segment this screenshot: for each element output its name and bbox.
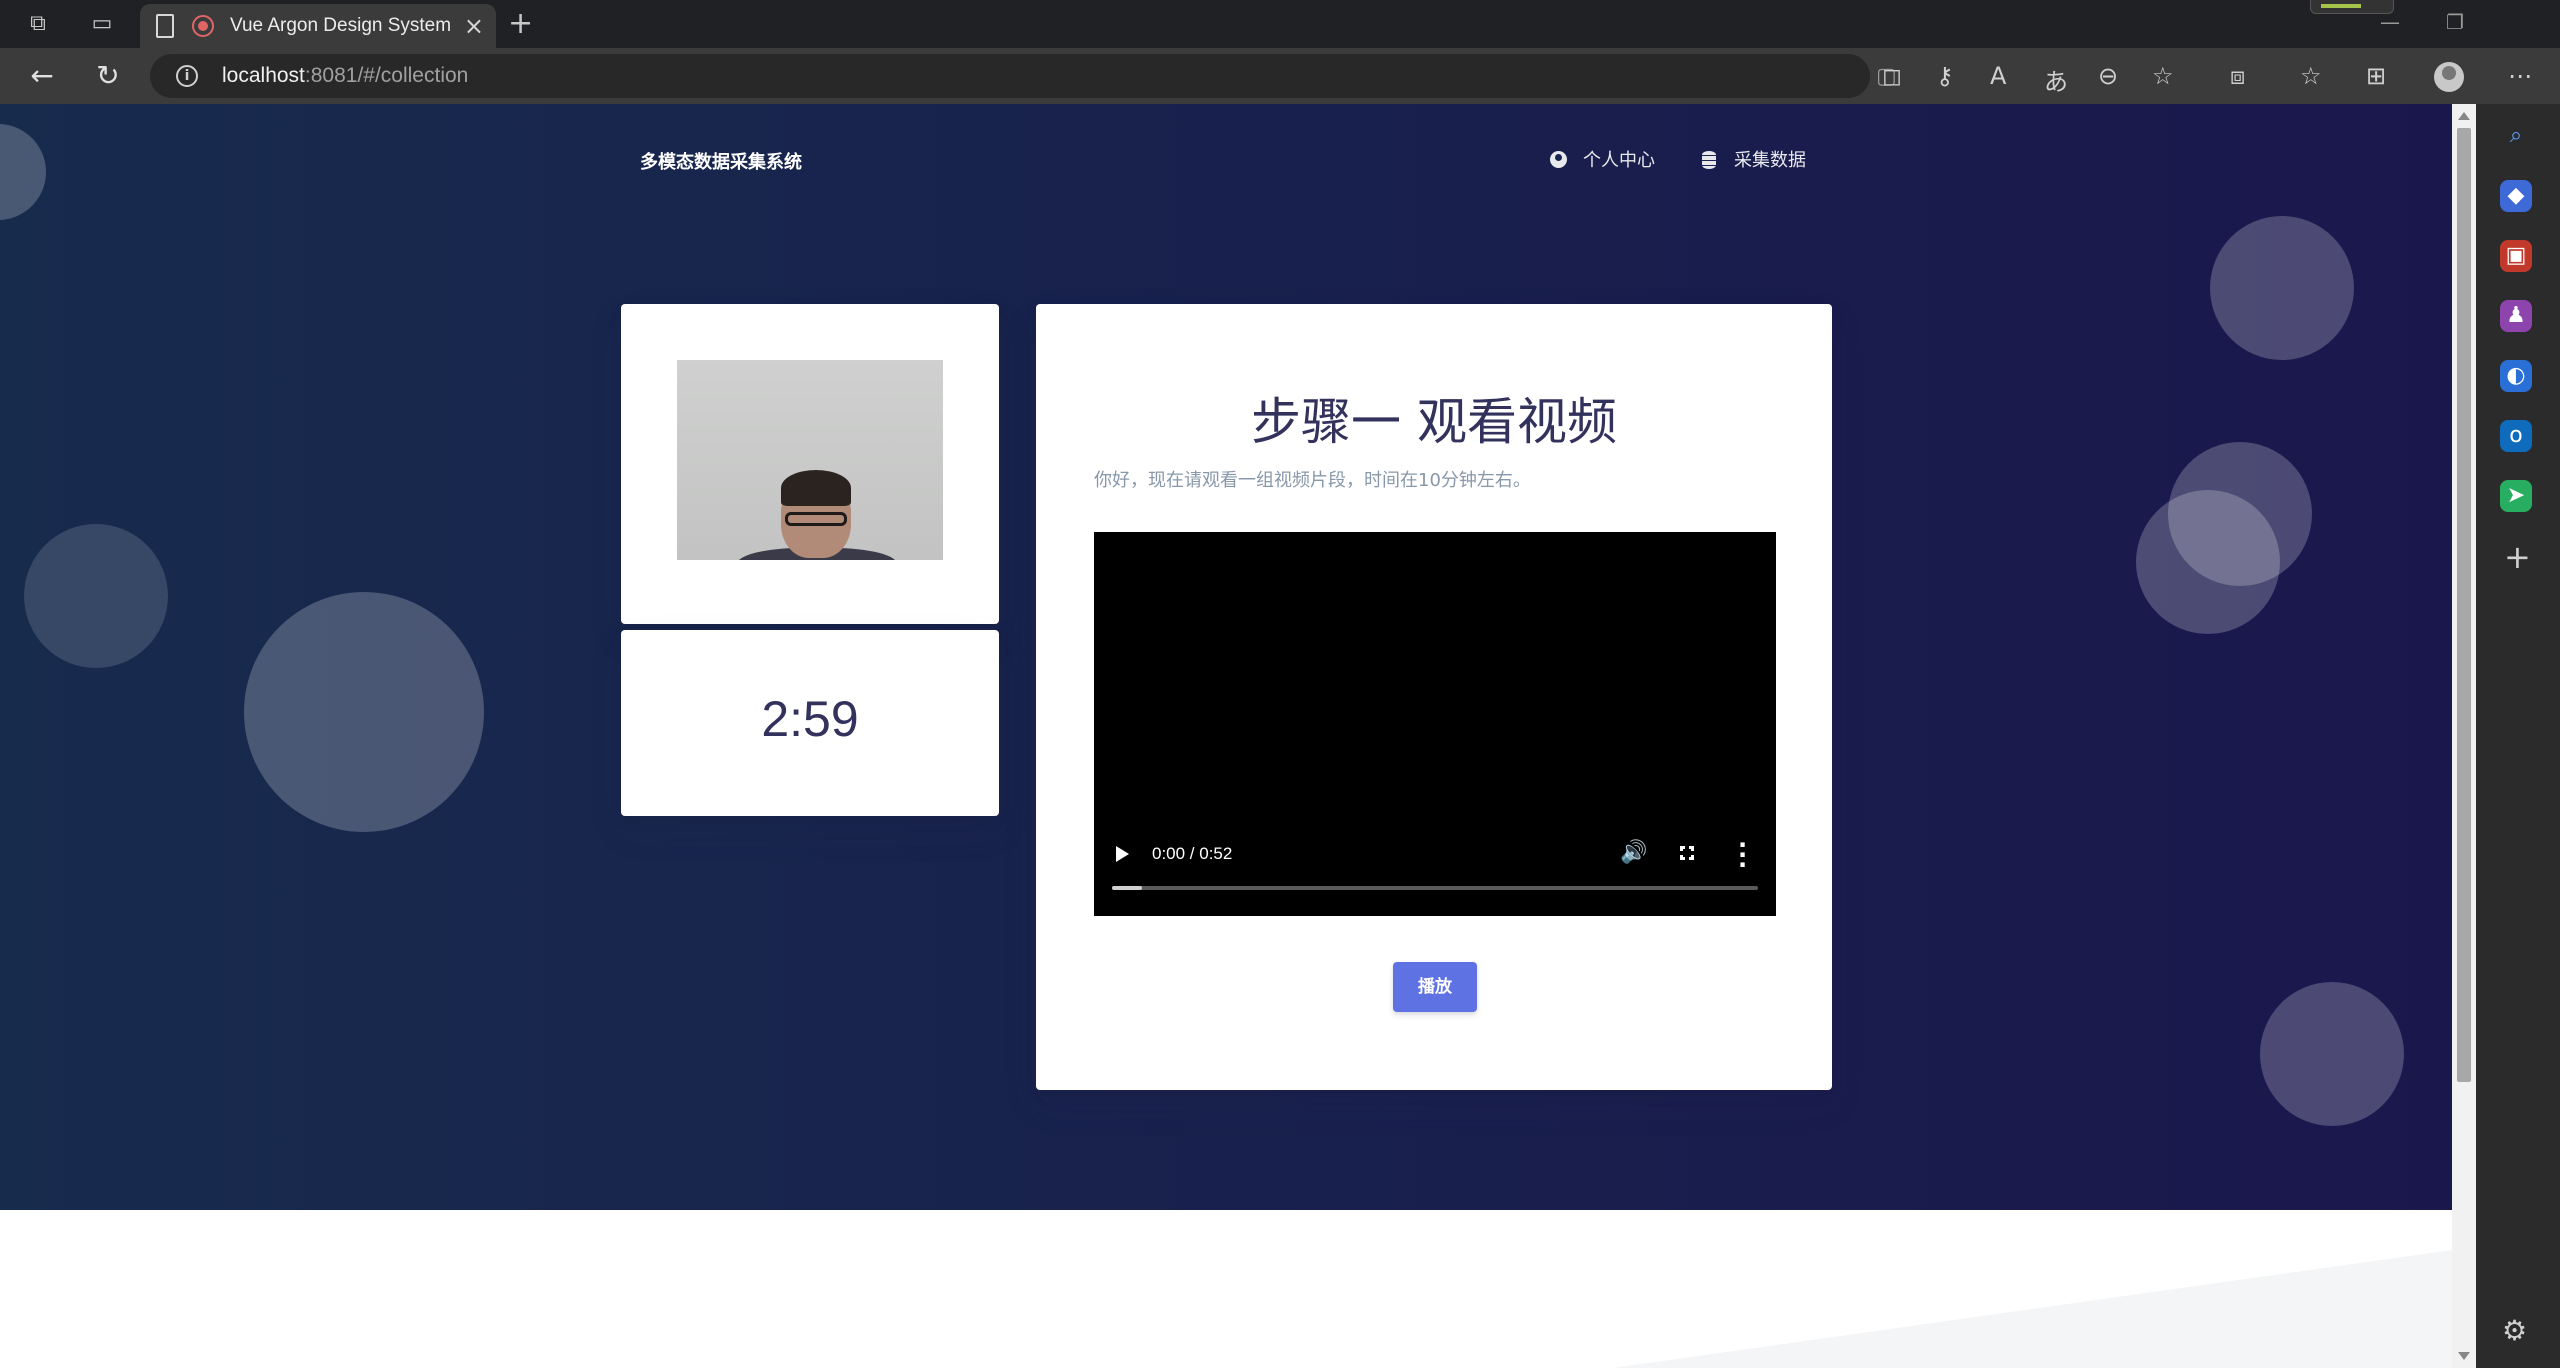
play-icon[interactable] [1116, 846, 1129, 862]
step-description: 你好，现在请观看一组视频片段，时间在10分钟左右。 [1094, 470, 1531, 491]
maximize-icon[interactable]: ❐ [2446, 10, 2464, 34]
fullscreen-icon[interactable] [1679, 845, 1699, 865]
copilot-icon[interactable]: ◐ [2500, 360, 2532, 392]
send-icon[interactable]: ➤ [2500, 480, 2532, 512]
tools-icon[interactable]: ▣ [2500, 240, 2532, 272]
play-button[interactable]: 播放 [1393, 962, 1477, 1012]
video-time: 0:00 / 0:52 [1152, 844, 1233, 863]
profile-avatar[interactable] [2434, 62, 2464, 92]
brand-title[interactable]: 多模态数据采集系统 [640, 148, 802, 174]
step-card: 步骤一 观看视频 你好，现在请观看一组视频片段，时间在10分钟左右。 0:00 … [1036, 304, 1832, 1090]
favorite-add-icon[interactable]: ☆ [2152, 62, 2174, 90]
close-icon[interactable]: × [464, 12, 484, 40]
outlook-icon[interactable]: o [2500, 420, 2532, 452]
zoom-out-icon[interactable]: ⊖ [2098, 62, 2118, 90]
plus-icon[interactable]: + [508, 6, 533, 41]
camera-permission-icon[interactable]: ◻ [1882, 62, 1902, 90]
decor-circle [2260, 982, 2404, 1126]
video-progress-bar[interactable] [1112, 886, 1758, 890]
browser-sidebar: ⌕ ◆ ▣ ♟ ◐ o ➤ + ⚙ [2476, 104, 2560, 1368]
workspaces-icon[interactable]: ⧉ [22, 8, 54, 40]
tab-actions-icon[interactable]: ▭ [86, 8, 118, 40]
database-icon [1702, 151, 1716, 169]
hero-section: 多模态数据采集系统 个人中心 采集数据 2:59 步骤一 观看视频 你好，现在请… [0, 104, 2452, 1210]
key-icon[interactable]: ⚷ [1936, 62, 1954, 90]
read-aloud-icon[interactable]: A [1990, 62, 2006, 90]
minimize-icon[interactable]: — [2380, 10, 2400, 34]
more-icon[interactable]: · · · [1738, 833, 1747, 877]
decor-circle [24, 524, 168, 668]
search-icon[interactable]: ⌕ [2500, 120, 2532, 152]
page-scrollbar[interactable] [2452, 104, 2476, 1368]
shopping-icon[interactable]: ◆ [2500, 180, 2532, 212]
volume-icon[interactable]: 🔊 [1620, 840, 1647, 865]
collections-icon[interactable]: ⊞ [2366, 62, 2386, 90]
webcam-card [621, 304, 999, 624]
step-title: 步骤一 观看视频 [1251, 393, 1617, 451]
nav-profile[interactable]: 个人中心 [1550, 146, 1655, 172]
decor-circle [244, 592, 484, 832]
translate-icon[interactable]: あ [2044, 62, 2068, 97]
decor-circle [2210, 216, 2354, 360]
page-viewport: 多模态数据采集系统 个人中心 采集数据 2:59 步骤一 观看视频 你好，现在请… [0, 104, 2452, 1368]
back-icon[interactable]: ← [24, 58, 60, 94]
info-icon[interactable]: i [176, 65, 198, 87]
recording-icon [192, 15, 214, 37]
scroll-up-icon[interactable] [2458, 112, 2470, 120]
decor-circle [0, 124, 46, 220]
page-bottom-section [0, 1210, 2452, 1368]
browser-toolbar: ← ↻ i localhost:8081/#/collection ▢ ◻ ⚷ … [0, 48, 2560, 104]
favorites-icon[interactable]: ☆ [2300, 62, 2322, 90]
reload-icon[interactable]: ↻ [90, 58, 126, 94]
more-icon[interactable]: ⋯ [2508, 62, 2532, 90]
nav-collect[interactable]: 采集数据 [1702, 146, 1806, 172]
plus-icon[interactable]: + [2504, 538, 2531, 576]
tab-title: Vue Argon Design System [230, 15, 452, 36]
url-text[interactable]: localhost:8081/#/collection [222, 64, 468, 88]
timer-card: 2:59 [621, 630, 999, 816]
decor-circle [2136, 490, 2280, 634]
scroll-thumb[interactable] [2457, 128, 2471, 1082]
browser-tab-strip: ⧉ ▭ Vue Argon Design System × + — ❐ [0, 0, 2560, 48]
games-icon[interactable]: ♟ [2500, 300, 2532, 332]
webcam-preview [677, 360, 943, 560]
browser-tab[interactable]: Vue Argon Design System × [140, 4, 496, 48]
settings-icon[interactable]: ⚙ [2502, 1314, 2527, 1347]
extensions-icon[interactable]: ⧈ [2230, 62, 2245, 90]
user-circle-icon [1550, 151, 1567, 168]
document-icon [156, 14, 174, 38]
countdown-timer: 2:59 [761, 691, 859, 747]
scroll-down-icon[interactable] [2458, 1352, 2470, 1360]
video-player[interactable]: 0:00 / 0:52 🔊 · · · [1094, 532, 1776, 916]
address-bar[interactable]: i localhost:8081/#/collection ▢ [150, 54, 1897, 98]
